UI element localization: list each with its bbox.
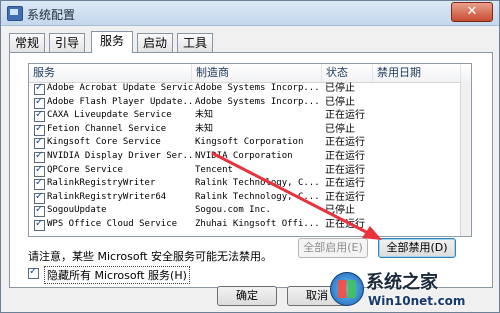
service-checkbox[interactable] (34, 150, 45, 163)
tab-boot[interactable]: 引导 (49, 33, 85, 52)
table-row[interactable]: QPCore Service Tencent 正在运行 (29, 164, 471, 178)
table-row[interactable]: Kingsoft Core Service Kingsoft Corporati… (29, 136, 471, 150)
tab-general[interactable]: 常规 (9, 33, 45, 52)
service-checkbox[interactable] (34, 218, 45, 231)
hide-microsoft-checkbox[interactable] (28, 266, 39, 279)
service-vendor: Ralink Technology, C... (195, 191, 320, 202)
title-bar: 系统配置 ✕ (1, 1, 499, 26)
service-checkbox[interactable] (34, 96, 45, 109)
ok-button[interactable]: 确定 (217, 286, 277, 306)
notice-text: 请注意，某些 Microsoft 安全服务可能无法禁用。 (28, 250, 273, 263)
table-row[interactable]: Adobe Acrobat Update Service Adobe Syste… (29, 82, 471, 96)
service-checkbox[interactable] (34, 204, 45, 218)
service-name: CAXA Liveupdate Service (47, 110, 172, 121)
service-status: 已停止 (325, 205, 355, 217)
list-header: 服务 制造商 状态 禁用日期 (29, 64, 471, 83)
enable-all-button[interactable]: 全部启用(E) (298, 238, 368, 258)
column-service[interactable]: 服务 (29, 64, 192, 82)
disable-all-button[interactable]: 全部禁用(D) (378, 238, 456, 258)
table-row[interactable]: RalinkRegistryWriter64 Ralink Technology… (29, 191, 471, 205)
vertical-scrollbar[interactable] (460, 82, 471, 236)
service-status: 正在运行 (325, 219, 365, 230)
service-name: RalinkRegistryWriter (47, 178, 156, 189)
service-vendor: 未知 (195, 110, 214, 121)
service-vendor: Adobe Systems Incorp... (195, 96, 320, 107)
column-disabled-date[interactable]: 禁用日期 (373, 64, 461, 82)
service-name: QPCore Service (47, 164, 123, 175)
service-name: Adobe Acrobat Update Service (47, 83, 193, 93)
service-vendor: NVIDIA Corporation (195, 151, 293, 161)
service-status: 正在运行 (325, 137, 365, 149)
watermark-title: 系统之家 (366, 272, 438, 293)
service-vendor: 未知 (195, 123, 214, 134)
window-title: 系统配置 (27, 8, 76, 22)
service-vendor: Tencent (195, 164, 233, 175)
service-name: Adobe Flash Player Update... (47, 96, 193, 107)
service-status: 已停止 (325, 96, 355, 108)
table-row[interactable]: RalinkRegistryWriter Ralink Technology, … (29, 177, 471, 191)
services-panel: 服务 制造商 状态 禁用日期 Adobe Acrobat Update Serv… (9, 52, 493, 288)
service-name: SogouUpdate (47, 205, 107, 216)
service-name: WPS Office Cloud Service (47, 219, 178, 229)
tab-startup[interactable]: 启动 (137, 33, 173, 52)
service-vendor: Adobe Systems Incorp... (195, 83, 320, 93)
service-checkbox[interactable] (34, 109, 45, 123)
service-checkbox[interactable] (34, 136, 45, 150)
service-status: 已停止 (325, 123, 355, 135)
service-vendor: Kingsoft Corporation (195, 137, 304, 148)
windows-logo-icon (330, 272, 364, 306)
service-checkbox[interactable] (34, 123, 45, 136)
table-row[interactable]: SogouUpdate Sogou.com Inc. 已停止 (29, 204, 471, 218)
tab-services[interactable]: 服务 (91, 31, 133, 53)
service-status: 正在运行 (325, 110, 365, 122)
table-row[interactable]: CAXA Liveupdate Service 未知 正在运行 (29, 109, 471, 123)
service-checkbox[interactable] (34, 191, 45, 204)
services-list[interactable]: 服务 制造商 状态 禁用日期 Adobe Acrobat Update Serv… (28, 63, 472, 237)
system-config-window: 系统配置 ✕ 常规 引导 服务 启动 工具 服务 制造商 状态 禁用日期 Ado… (0, 0, 500, 313)
service-status: 正在运行 (325, 191, 365, 203)
service-vendor: Zhuhai Kingsoft Offi... (195, 219, 320, 229)
service-status: 正在运行 (325, 178, 365, 190)
service-checkbox[interactable] (34, 177, 45, 191)
service-status: 已停止 (325, 83, 355, 94)
service-checkbox[interactable] (34, 82, 45, 95)
service-status: 正在运行 (325, 151, 365, 162)
watermark-url: Win10net.com (368, 294, 466, 308)
hide-microsoft-label: 隐藏所有 Microsoft 服务(H) (44, 266, 190, 284)
table-row[interactable]: Fetion Channel Service 未知 已停止 (29, 123, 471, 137)
service-checkbox[interactable] (34, 164, 45, 177)
tab-tools[interactable]: 工具 (177, 33, 213, 52)
service-vendor: Sogou.com Inc. (195, 205, 271, 216)
column-vendor[interactable]: 制造商 (192, 64, 322, 82)
service-name: Fetion Channel Service (47, 123, 167, 134)
service-vendor: Ralink Technology, C... (195, 178, 320, 189)
table-row[interactable]: Adobe Flash Player Update... Adobe Syste… (29, 96, 471, 110)
close-button[interactable]: ✕ (451, 2, 493, 22)
service-name: RalinkRegistryWriter64 (47, 191, 167, 202)
system-config-icon (7, 6, 23, 21)
service-name: NVIDIA Display Driver Ser... (47, 151, 193, 161)
table-row[interactable]: NVIDIA Display Driver Ser... NVIDIA Corp… (29, 150, 471, 164)
column-status[interactable]: 状态 (322, 64, 373, 82)
service-name: Kingsoft Core Service (47, 137, 161, 148)
watermark-logo: 系统之家 Win10net.com (330, 268, 500, 313)
service-status: 正在运行 (325, 164, 365, 176)
table-row[interactable]: WPS Office Cloud Service Zhuhai Kingsoft… (29, 218, 471, 232)
